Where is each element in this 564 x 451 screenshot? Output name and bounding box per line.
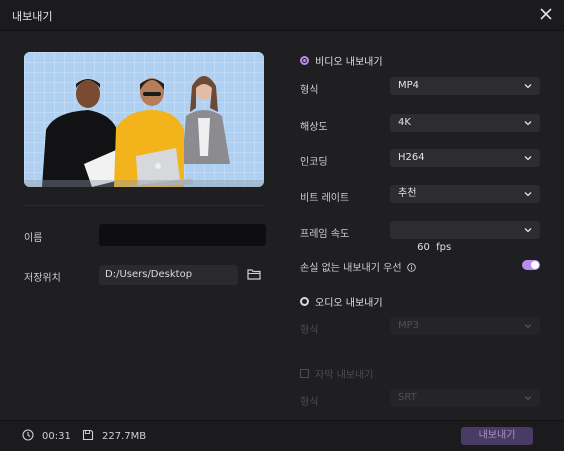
- audio-export-option[interactable]: 오디오 내보내기: [300, 294, 383, 309]
- clock-icon: [22, 429, 34, 441]
- chevron-down-icon: [524, 324, 532, 329]
- export-dialog: 내보내기 이름 저장위치 D:/Users/Desktop 비디오 내보내기 형…: [0, 0, 564, 451]
- format-select[interactable]: MP4: [390, 77, 540, 95]
- resolution-value: 4K: [398, 117, 411, 128]
- framerate-value: 60 fps: [417, 242, 452, 253]
- radio-unselected-icon: [300, 297, 309, 306]
- location-label: 저장위치: [24, 273, 61, 284]
- name-label: 이름: [24, 233, 43, 244]
- save-location-input[interactable]: D:/Users/Desktop: [99, 265, 238, 285]
- title-bar: 내보내기: [0, 0, 564, 31]
- subtitle-format-select[interactable]: SRT: [390, 389, 540, 407]
- save-disk-icon: [82, 429, 94, 441]
- audio-format-value: MP3: [398, 320, 420, 331]
- framerate-label: 프레임 속도: [300, 229, 350, 240]
- framerate-select[interactable]: 60 fps: [390, 221, 540, 253]
- chevron-down-icon: [524, 396, 532, 401]
- resolution-label: 해상도: [300, 122, 328, 133]
- video-preview-thumbnail: [24, 52, 264, 187]
- audio-export-label: 오디오 내보내기: [315, 298, 383, 309]
- subtitle-format-label: 형식: [300, 397, 319, 408]
- divider: [24, 205, 264, 206]
- file-size-text: 227.7MB: [102, 431, 147, 442]
- chevron-down-icon: [524, 121, 532, 126]
- video-export-option[interactable]: 비디오 내보내기: [300, 53, 383, 68]
- export-button[interactable]: 내보내기: [461, 427, 533, 445]
- close-icon[interactable]: [538, 6, 554, 22]
- format-value: MP4: [398, 80, 420, 91]
- lossless-row: 손실 없는 내보내기 우선: [300, 259, 416, 274]
- left-panel: 이름 저장위치 D:/Users/Desktop: [0, 30, 290, 420]
- dialog-title: 내보내기: [12, 10, 53, 23]
- duration-text: 00:31: [42, 431, 71, 442]
- subtitle-export-option[interactable]: 자막 내보내기: [300, 366, 373, 381]
- lossless-toggle[interactable]: [522, 260, 540, 270]
- footer-bar: 00:31 227.7MB 내보내기: [0, 420, 564, 451]
- checkbox-icon: [300, 369, 309, 378]
- subtitle-format-value: SRT: [398, 392, 417, 403]
- encoding-select[interactable]: H264: [390, 149, 540, 167]
- subtitle-export-label: 자막 내보내기: [315, 370, 374, 381]
- encoding-value: H264: [398, 152, 425, 163]
- folder-icon[interactable]: [247, 268, 261, 280]
- audio-format-select[interactable]: MP3: [390, 317, 540, 335]
- encoding-label: 인코딩: [300, 157, 328, 168]
- chevron-down-icon: [524, 192, 532, 197]
- format-label: 형식: [300, 85, 319, 96]
- right-panel: 비디오 내보내기 형식 MP4 해상도 4K 인코딩 H264 비트 레이트 추…: [290, 30, 564, 420]
- lossless-label: 손실 없는 내보내기 우선: [300, 263, 402, 274]
- bitrate-select[interactable]: 추천: [390, 185, 540, 203]
- chevron-down-icon: [524, 228, 532, 233]
- name-input[interactable]: [99, 224, 266, 246]
- radio-selected-icon: [300, 56, 309, 65]
- bitrate-value: 추천: [398, 188, 417, 199]
- resolution-select[interactable]: 4K: [390, 114, 540, 132]
- video-export-label: 비디오 내보내기: [315, 57, 383, 68]
- audio-format-label: 형식: [300, 325, 319, 336]
- chevron-down-icon: [524, 156, 532, 161]
- bitrate-label: 비트 레이트: [300, 193, 350, 204]
- chevron-down-icon: [524, 84, 532, 89]
- info-icon[interactable]: [406, 263, 416, 272]
